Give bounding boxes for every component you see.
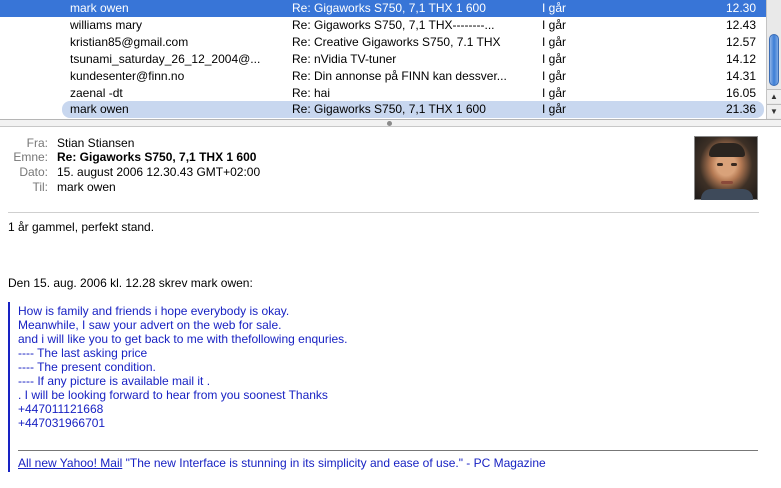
message-time: 12.43	[725, 18, 756, 32]
message-time: 21.36	[725, 102, 756, 116]
message-header: Fra: Stian Stiansen Emne: Re: Gigaworks …	[0, 128, 781, 214]
message-time: 12.30	[725, 1, 756, 15]
quote-line: +447031966701	[18, 416, 106, 430]
to-label: Til:	[32, 180, 48, 194]
message-body: 1 år gammel, perfekt stand. Den 15. aug.…	[8, 214, 768, 488]
message-from: kristian85@gmail.com	[70, 35, 189, 49]
message-row[interactable]: mark owen Re: Gigaworks S750, 7,1 THX 1 …	[0, 0, 766, 17]
quote-attribution: Den 15. aug. 2006 kl. 12.28 skrev mark o…	[8, 276, 253, 290]
message-date: I går	[542, 102, 567, 116]
message-from: zaenal -dt	[70, 86, 123, 100]
message-time: 14.31	[725, 69, 756, 83]
body-text-line: 1 år gammel, perfekt stand.	[8, 220, 155, 234]
message-from: mark owen	[70, 1, 129, 15]
message-subject: Re: nVidia TV-tuner	[292, 52, 397, 66]
message-row[interactable]: kundesenter@finn.no Re: Din annonse på F…	[0, 68, 766, 85]
avatar-hair	[709, 143, 745, 157]
quote-footer: All new Yahoo! Mail "The new Interface i…	[18, 456, 546, 470]
avatar-mouth	[721, 181, 733, 184]
quote-line: . I will be looking forward to hear from…	[18, 388, 328, 402]
message-subject: Re: Gigaworks S750, 7,1 THX--------...	[292, 18, 495, 32]
message-from: tsunami_saturday_26_12_2004@...	[70, 52, 261, 66]
quoted-text-block: How is family and friends i hope everybo…	[8, 302, 768, 472]
message-date: I går	[542, 86, 567, 100]
message-date: I går	[542, 69, 567, 83]
footer-quote-text: "The new Interface is stunning in its si…	[122, 456, 546, 470]
scroll-up-arrow-icon[interactable]: ▲	[767, 89, 781, 103]
message-subject: Re: Gigaworks S750, 7,1 THX 1 600	[292, 1, 486, 15]
message-date: I går	[542, 35, 567, 49]
quote-line: +447011121668	[18, 402, 104, 416]
date-label: Dato:	[19, 165, 48, 179]
date-value: 15. august 2006 12.30.43 GMT+02:00	[57, 165, 261, 179]
quote-line: Meanwhile, I saw your advert on the web …	[18, 318, 282, 332]
message-subject: Re: hai	[292, 86, 331, 100]
scroll-thumb[interactable]	[769, 34, 779, 86]
sender-avatar	[694, 136, 758, 200]
vertical-scrollbar[interactable]: ▲ ▼	[766, 0, 781, 119]
message-from: williams mary	[70, 18, 142, 32]
message-date: I går	[542, 52, 567, 66]
message-subject: Re: Creative Gigaworks S750, 7.1 THX	[292, 35, 501, 49]
message-from: mark owen	[70, 102, 129, 116]
quote-line: ---- If any picture is available mail it…	[18, 374, 211, 388]
from-value[interactable]: Stian Stiansen	[57, 136, 134, 151]
message-subject: Re: Din annonse på FINN kan dessver...	[292, 69, 507, 83]
avatar-eye	[731, 163, 737, 166]
quote-divider	[18, 450, 758, 451]
pane-splitter[interactable]	[0, 119, 781, 127]
message-list[interactable]: mark owen Re: Gigaworks S750, 7,1 THX 1 …	[0, 0, 781, 119]
message-row[interactable]: zaenal -dt Re: hai I går 16.05	[0, 85, 766, 102]
avatar-eye	[717, 163, 723, 166]
from-label: Fra:	[26, 136, 48, 150]
message-date: I går	[542, 1, 567, 15]
message-time: 12.57	[725, 35, 756, 49]
message-from: kundesenter@finn.no	[70, 69, 185, 83]
message-row[interactable]: kristian85@gmail.com Re: Creative Gigawo…	[0, 34, 766, 51]
splitter-grip-icon[interactable]	[387, 121, 392, 126]
header-divider	[8, 212, 759, 213]
quote-line: How is family and friends i hope everybo…	[18, 304, 290, 318]
quote-line: ---- The present condition.	[18, 360, 156, 374]
message-row-selected[interactable]: mark owen Re: Gigaworks S750, 7,1 THX 1 …	[62, 101, 764, 118]
message-row[interactable]: williams mary Re: Gigaworks S750, 7,1 TH…	[0, 17, 766, 34]
message-row[interactable]: tsunami_saturday_26_12_2004@... Re: nVid…	[0, 51, 766, 68]
yahoo-mail-link[interactable]: All new Yahoo! Mail	[18, 456, 122, 470]
to-value[interactable]: mark owen	[57, 180, 116, 195]
quote-line: ---- The last asking price	[18, 346, 148, 360]
message-time: 16.05	[725, 86, 756, 100]
quote-line: and i will like you to get back to me wi…	[18, 332, 348, 346]
message-subject: Re: Gigaworks S750, 7,1 THX 1 600	[292, 102, 486, 116]
message-date: I går	[542, 18, 567, 32]
message-time: 14.12	[725, 52, 756, 66]
subject-label: Emne:	[13, 150, 48, 164]
subject-value: Re: Gigaworks S750, 7,1 THX 1 600	[57, 150, 257, 164]
scroll-down-arrow-icon[interactable]: ▼	[767, 104, 781, 118]
avatar-shirt	[701, 189, 753, 200]
